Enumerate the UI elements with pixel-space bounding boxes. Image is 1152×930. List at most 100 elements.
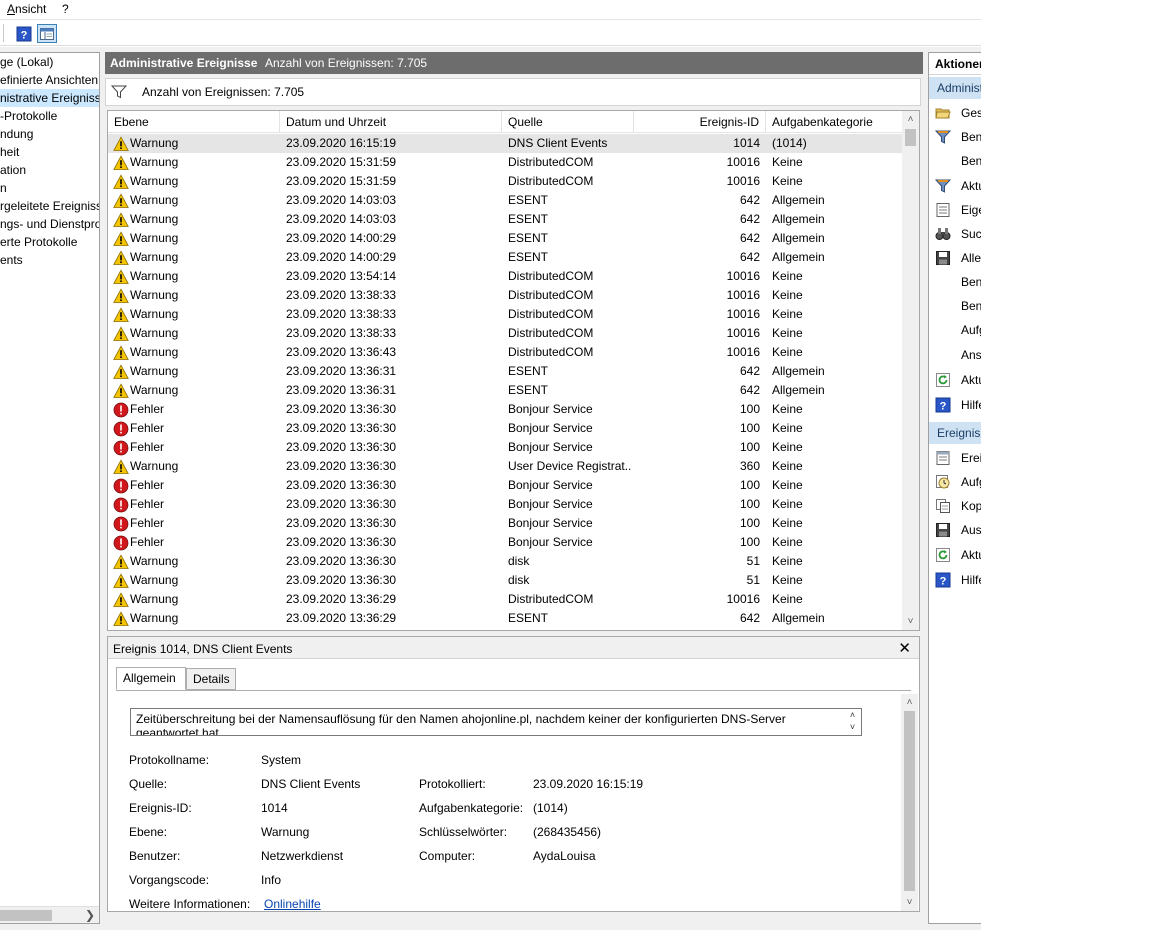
action-item[interactable]: ? Hilfe	[929, 570, 981, 590]
online-help-link[interactable]: Onlinehilfe	[264, 897, 321, 911]
scroll-up-icon[interactable]: ˄	[902, 111, 919, 128]
action-item[interactable]: Suchen...	[929, 224, 981, 244]
scroll-up-icon[interactable]: ˄	[844, 709, 861, 721]
tree-item[interactable]: rgeleitete Ereignisse	[0, 197, 99, 215]
table-row[interactable]: Fehler 23.09.2020 13:36:30 Bonjour Service…	[108, 533, 903, 552]
scroll-down-icon[interactable]: ˅	[844, 721, 861, 733]
table-row[interactable]: Warnung 23.09.2020 13:36:31 ESENT 642 Allgem…	[108, 362, 903, 381]
detail-scrollbar[interactable]: ˄ ˅	[901, 694, 918, 911]
tree-item[interactable]: n	[0, 179, 7, 197]
scroll-down-icon[interactable]: ˅	[902, 613, 919, 630]
cell-date: 23.09.2020 13:36:31	[286, 364, 397, 378]
table-row[interactable]: Warnung 23.09.2020 13:36:30 User Device Re…	[108, 457, 903, 476]
action-item[interactable]: Alle Ereignisse in der benutzerdefiniert…	[929, 248, 981, 268]
table-row[interactable]: Warnung 23.09.2020 14:03:03 ESENT 642 Allgem…	[108, 210, 903, 229]
table-row[interactable]: Fehler 23.09.2020 13:36:30 Bonjour Service…	[108, 495, 903, 514]
action-item[interactable]: Ereigniseigenschaften	[929, 448, 981, 468]
table-row[interactable]: Fehler 23.09.2020 13:36:30 Bonjour Service…	[108, 514, 903, 533]
cell-source: DistributedCOM	[508, 288, 594, 302]
event-list-scrollbar[interactable]: ˄ ˅	[902, 111, 919, 630]
actions-group-event[interactable]: Ereignis 1014, DNS Client Events	[929, 422, 981, 444]
tree-item[interactable]: ents	[0, 251, 23, 269]
cell-source: ESENT	[508, 383, 549, 397]
tab-allgemein[interactable]: Allgemein	[116, 667, 186, 690]
tree-item[interactable]: efinierte Ansichten	[0, 71, 98, 89]
show-hide-panel-icon[interactable]	[37, 24, 57, 43]
tree-item[interactable]: ngs- und Dienstpro	[0, 215, 99, 233]
close-icon[interactable]: ✕	[898, 639, 911, 657]
table-row[interactable]: Fehler 23.09.2020 13:36:30 Bonjour Service…	[108, 476, 903, 495]
action-item[interactable]: ? Hilfe	[929, 395, 981, 415]
column-header-event-id[interactable]: Ereignis-ID	[634, 111, 766, 133]
detail-scroll-thumb[interactable]	[904, 711, 915, 891]
table-row[interactable]: Warnung 23.09.2020 13:36:30 disk 51 Keine	[108, 571, 903, 590]
cell-event-id: 642	[739, 250, 760, 264]
action-item[interactable]: Ansicht	[929, 345, 981, 365]
tree-item[interactable]: nistrative Ereignisse	[0, 89, 99, 107]
event-list-scroll-thumb[interactable]	[905, 129, 916, 146]
table-row[interactable]: Warnung 23.09.2020 13:54:14 DistributedCOM…	[108, 267, 903, 286]
table-row[interactable]: Fehler 23.09.2020 13:36:30 Bonjour Service…	[108, 438, 903, 457]
table-row[interactable]: Warnung 23.09.2020 16:15:19 DNS Client Eve…	[108, 134, 903, 153]
column-header-level[interactable]: Ebene	[108, 111, 280, 133]
table-row[interactable]: Warnung 23.09.2020 15:31:59 DistributedCOM…	[108, 153, 903, 172]
tree-item[interactable]: ndung	[0, 125, 33, 143]
cell-date: 23.09.2020 13:36:30	[286, 516, 397, 530]
action-item[interactable]: Aufgabe an dieses Ereignis anfügen...	[929, 472, 981, 492]
table-row[interactable]: Fehler 23.09.2020 13:36:30 Bonjour Service…	[108, 419, 903, 438]
tree-item[interactable]: heit	[0, 143, 19, 161]
event-message-box[interactable]: Zeitüberschreitung bei der Namensauflösu…	[130, 708, 862, 736]
table-row[interactable]: Warnung 23.09.2020 13:38:33 DistributedCOM…	[108, 286, 903, 305]
action-item[interactable]: Aktualisieren	[929, 370, 981, 390]
column-header-task-category[interactable]: Aufgabenkategorie	[766, 111, 903, 133]
action-item[interactable]: Aktuelle benutzerdefinierte Ansicht filt…	[929, 176, 981, 196]
table-row[interactable]: Warnung 23.09.2020 15:31:59 DistributedCOM…	[108, 172, 903, 191]
scroll-up-icon[interactable]: ˄	[901, 694, 918, 711]
help-icon[interactable]: ?	[14, 24, 34, 43]
scroll-down-icon[interactable]: ˅	[901, 894, 918, 911]
action-item[interactable]: Benutzerdefinierte Ansicht exportieren..…	[929, 272, 981, 292]
tab-details[interactable]: Details	[186, 668, 236, 690]
action-item[interactable]: Gespeicherte Ansicht öffnen...	[929, 103, 981, 123]
action-item[interactable]: Benutzerdefinierte Ansicht erstellen...	[929, 127, 981, 147]
tree-item[interactable]: ation	[0, 161, 26, 179]
actions-group-view[interactable]: Administrative Ereignisse	[929, 77, 981, 99]
tree-horizontal-scrollbar[interactable]: ❯	[0, 906, 99, 923]
table-row[interactable]: Warnung 23.09.2020 13:36:29 DistributedCOM…	[108, 590, 903, 609]
tree-item[interactable]: -Protokolle	[0, 107, 57, 125]
help-icon: ?	[935, 397, 951, 413]
action-item[interactable]: Aufgabe an diese benutzerdefinierte Ansi…	[929, 320, 981, 340]
table-row[interactable]: Warnung 23.09.2020 13:36:31 ESENT 642 Allgem…	[108, 381, 903, 400]
table-row[interactable]: Warnung 23.09.2020 13:38:33 DistributedCOM…	[108, 305, 903, 324]
cell-task-category: Allgemein	[772, 250, 825, 264]
action-item[interactable]: Ausgewählte Ereignisse speichern...	[929, 520, 981, 540]
action-item[interactable]: Eigenschaften	[929, 200, 981, 220]
table-row[interactable]: Warnung 23.09.2020 13:38:33 DistributedCOM…	[108, 324, 903, 343]
column-header-source[interactable]: Quelle	[502, 111, 634, 133]
table-row[interactable]: Warnung 23.09.2020 14:00:29 ESENT 642 Allgem…	[108, 229, 903, 248]
cell-source: DistributedCOM	[508, 592, 594, 606]
menu-ansicht[interactable]: Ansicht	[7, 2, 46, 16]
cell-date: 23.09.2020 13:36:30	[286, 573, 397, 587]
action-item[interactable]: Benutzerdefinierte Ansicht importieren..…	[929, 151, 981, 171]
tree-item[interactable]: ge (Lokal)	[0, 53, 53, 71]
action-item[interactable]: Kopieren	[929, 496, 981, 516]
table-row[interactable]: Fehler 23.09.2020 13:36:30 Bonjour Service…	[108, 400, 903, 419]
action-item[interactable]: Aktualisieren	[929, 545, 981, 565]
tree-item[interactable]: erte Protokolle	[0, 233, 77, 251]
action-item[interactable]: Benutzerdefinierte Ansicht kopieren...	[929, 296, 981, 316]
cell-source: DistributedCOM	[508, 307, 594, 321]
column-header-date[interactable]: Datum und Uhrzeit	[280, 111, 502, 133]
error-icon	[113, 440, 129, 456]
message-scrollbar[interactable]: ˄ ˅	[844, 709, 861, 735]
table-row[interactable]: Warnung 23.09.2020 14:00:29 ESENT 642 Allgem…	[108, 248, 903, 267]
table-row[interactable]: Warnung 23.09.2020 13:36:29 ESENT 642 Allgem…	[108, 609, 903, 628]
label-keywords: Schlüsselwörter:	[419, 825, 508, 839]
table-row[interactable]: Warnung 23.09.2020 14:03:03 ESENT 642 Allgem…	[108, 191, 903, 210]
chevron-right-icon[interactable]: ❯	[85, 908, 95, 922]
tree-scroll-thumb[interactable]	[0, 910, 52, 921]
table-row[interactable]: Warnung 23.09.2020 13:36:30 disk 51 Keine	[108, 552, 903, 571]
table-row[interactable]: Warnung 23.09.2020 13:36:43 DistributedCOM…	[108, 343, 903, 362]
menu-help[interactable]: ?	[62, 2, 69, 16]
cell-event-id: 100	[739, 535, 760, 549]
